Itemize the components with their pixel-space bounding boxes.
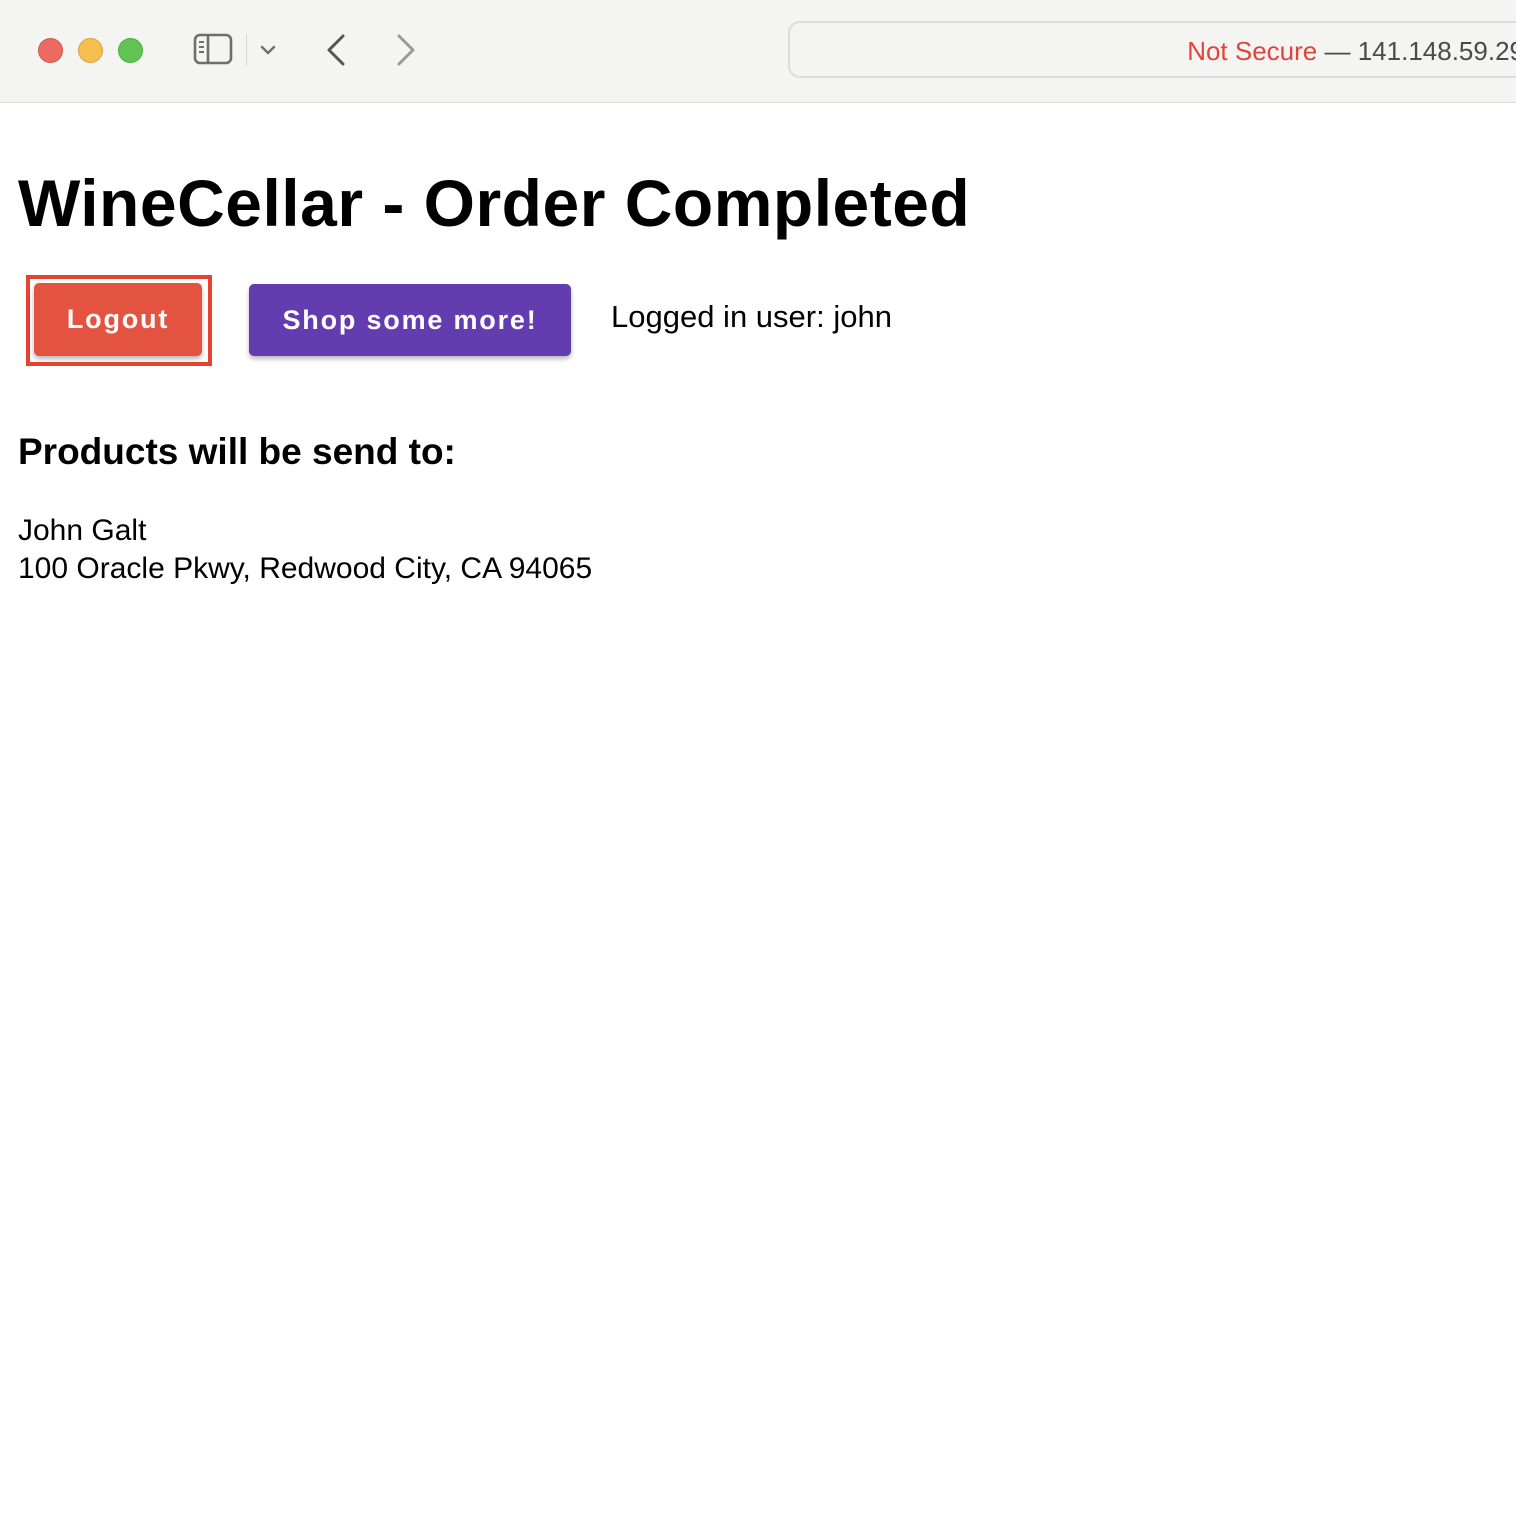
window-zoom-button[interactable] bbox=[118, 38, 143, 63]
shipping-address: 100 Oracle Pkwy, Redwood City, CA 94065 bbox=[18, 552, 593, 585]
forward-button[interactable] bbox=[388, 30, 424, 70]
chevron-left-icon bbox=[327, 34, 345, 66]
address-host: 141.148.59.29 bbox=[1357, 36, 1516, 66]
window-minimize-button[interactable] bbox=[78, 38, 103, 63]
logged-in-user-label: Logged in user: john bbox=[611, 299, 892, 334]
window-close-button[interactable] bbox=[38, 38, 63, 63]
chevron-down-icon[interactable] bbox=[256, 38, 280, 62]
back-button[interactable] bbox=[318, 30, 354, 70]
logout-button[interactable]: Logout bbox=[34, 283, 202, 356]
chevron-right-icon bbox=[397, 34, 415, 66]
toolbar-divider bbox=[246, 34, 247, 66]
shipping-heading: Products will be send to: bbox=[18, 431, 456, 472]
shop-more-button[interactable]: Shop some more! bbox=[249, 284, 571, 356]
address-separator: — bbox=[1317, 36, 1358, 66]
address-bar[interactable]: Not Secure — 141.148.59.29 bbox=[788, 21, 1516, 78]
browser-toolbar: Not Secure — 141.148.59.29 bbox=[0, 0, 1516, 103]
page-title: WineCellar - Order Completed bbox=[18, 166, 971, 240]
shipping-name: John Galt bbox=[18, 514, 147, 547]
address-text: Not Secure — 141.148.59.29 bbox=[1187, 36, 1516, 67]
page-content: WineCellar - Order Completed Logout Shop… bbox=[0, 103, 1516, 1522]
security-label: Not Secure bbox=[1187, 36, 1318, 66]
sidebar-icon[interactable] bbox=[192, 32, 234, 66]
